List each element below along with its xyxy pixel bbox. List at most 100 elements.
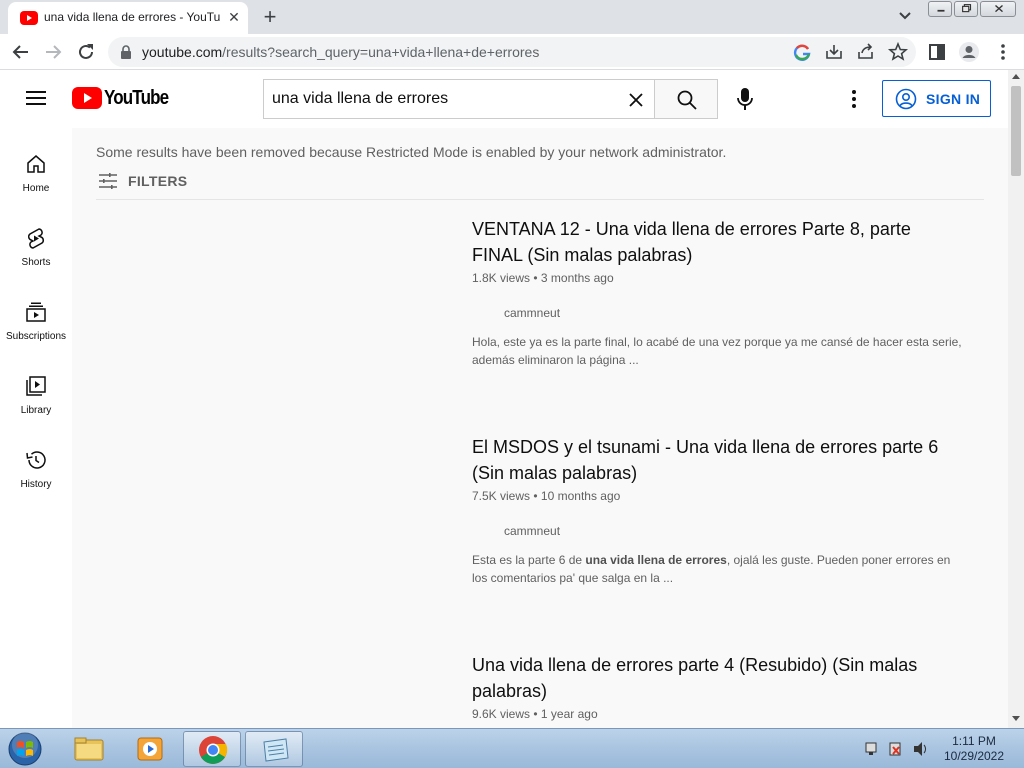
window-restore-button[interactable] bbox=[954, 1, 978, 17]
shorts-icon bbox=[27, 228, 45, 249]
subscriptions-icon bbox=[26, 302, 46, 322]
clock-time: 1:11 PM bbox=[952, 734, 996, 748]
filters-sliders-icon bbox=[99, 173, 117, 189]
sidebar-item-home[interactable]: Home bbox=[0, 132, 72, 206]
filters-label: FILTERS bbox=[128, 173, 188, 189]
description-highlight: una vida llena de errores bbox=[585, 553, 727, 567]
search-input[interactable] bbox=[272, 89, 612, 109]
chrome-icon bbox=[199, 736, 228, 764]
scroll-down-arrow-icon[interactable] bbox=[1012, 716, 1020, 721]
taskbar-explorer-button[interactable] bbox=[60, 731, 118, 767]
page-scrollbar[interactable] bbox=[1008, 70, 1024, 728]
restricted-mode-notice: Some results have been removed because R… bbox=[96, 144, 727, 160]
back-arrow-icon[interactable] bbox=[10, 41, 32, 63]
view-count: 9.6K views bbox=[472, 707, 531, 721]
sidebar-label-history: History bbox=[20, 479, 52, 490]
tab-search-chevron-icon[interactable] bbox=[893, 6, 917, 26]
video-title[interactable]: El MSDOS y el tsunami - Una vida llena d… bbox=[472, 434, 942, 486]
sidebar-item-shorts[interactable]: Shorts bbox=[0, 206, 72, 280]
upload-age: 3 months ago bbox=[540, 271, 614, 285]
scroll-up-arrow-icon[interactable] bbox=[1012, 74, 1020, 79]
chrome-menu-icon[interactable] bbox=[992, 41, 1014, 63]
upload-age: 10 months ago bbox=[540, 489, 621, 503]
sidebar-item-subscriptions[interactable]: Subscriptions bbox=[0, 280, 72, 354]
video-result[interactable]: Una vida llena de errores parte 4 (Resub… bbox=[472, 652, 972, 721]
sidebar-item-library[interactable]: Library bbox=[0, 354, 72, 428]
video-description: Hola, este ya es la parte final, lo acab… bbox=[472, 335, 962, 367]
browser-toolbar: youtube.com/results?search_query=una+vid… bbox=[0, 34, 1024, 70]
tab-title: una vida llena de errores - YouTube bbox=[44, 10, 220, 24]
windows-start-icon[interactable] bbox=[6, 731, 44, 767]
sidebar-item-history[interactable]: History bbox=[0, 428, 72, 502]
video-metadata: 9.6K views • 1 year ago bbox=[472, 707, 972, 721]
address-bar[interactable]: youtube.com/results?search_query=una+vid… bbox=[108, 37, 916, 67]
url-host: youtube.com bbox=[142, 44, 223, 60]
search-icon bbox=[677, 90, 697, 110]
search-button[interactable] bbox=[654, 79, 718, 119]
clear-search-icon[interactable] bbox=[626, 90, 646, 110]
microphone-icon[interactable] bbox=[730, 84, 760, 114]
taskbar-clock[interactable]: 1:11 PM 10/29/2022 bbox=[938, 734, 1010, 764]
upload-age: 1 year ago bbox=[540, 707, 598, 721]
history-icon bbox=[26, 451, 46, 469]
sidebar-label-library: Library bbox=[20, 405, 52, 416]
share-icon[interactable] bbox=[855, 41, 877, 63]
view-count: 7.5K views bbox=[472, 489, 531, 503]
browser-tab[interactable]: una vida llena de errores - YouTube ✕ bbox=[8, 2, 248, 34]
channel-name[interactable]: cammneut bbox=[504, 306, 972, 320]
bookmark-star-icon[interactable] bbox=[887, 41, 909, 63]
taskbar-chrome-button[interactable] bbox=[183, 731, 241, 767]
windows-taskbar: 1:11 PM 10/29/2022 bbox=[0, 728, 1024, 768]
tab-close-button[interactable]: ✕ bbox=[226, 9, 242, 25]
media-player-icon bbox=[137, 737, 163, 761]
profile-avatar-icon[interactable] bbox=[958, 41, 980, 63]
taskbar-media-player-button[interactable] bbox=[121, 731, 179, 767]
youtube-logo-text[interactable]: YouTube bbox=[104, 87, 169, 110]
url-text: youtube.com/results?search_query=una+vid… bbox=[142, 44, 539, 60]
system-tray-icons[interactable] bbox=[862, 739, 932, 759]
video-metadata: 7.5K views • 10 months ago bbox=[472, 489, 972, 503]
url-path: /results?search_query=una+vida+llena+de+… bbox=[222, 44, 540, 60]
search-box bbox=[263, 79, 655, 119]
youtube-favicon-icon bbox=[20, 11, 38, 25]
view-count: 1.8K views bbox=[472, 271, 531, 285]
home-icon bbox=[27, 155, 45, 173]
side-panel-icon[interactable] bbox=[926, 41, 948, 63]
taskbar-notepad-button[interactable] bbox=[245, 731, 303, 767]
google-lens-icon[interactable] bbox=[792, 41, 814, 63]
channel-name[interactable]: cammneut bbox=[504, 524, 972, 538]
forward-arrow-icon[interactable] bbox=[42, 41, 64, 63]
video-result[interactable]: El MSDOS y el tsunami - Una vida llena d… bbox=[472, 434, 972, 587]
hamburger-menu-icon[interactable] bbox=[24, 88, 48, 108]
install-app-icon[interactable] bbox=[823, 41, 845, 63]
meta-separator: • bbox=[533, 707, 538, 721]
reload-icon[interactable] bbox=[75, 41, 97, 63]
sign-in-label: SIGN IN bbox=[926, 91, 981, 107]
meta-separator: • bbox=[533, 271, 538, 285]
youtube-masthead: YouTube SIGN IN bbox=[0, 70, 1008, 128]
notepad-icon bbox=[263, 738, 289, 762]
filters-divider bbox=[96, 199, 984, 200]
browser-tab-strip: una vida llena de errores - YouTube ✕ + bbox=[0, 0, 1024, 34]
library-icon bbox=[26, 376, 46, 396]
sidebar-label-shorts: Shorts bbox=[21, 257, 51, 268]
window-minimize-button[interactable] bbox=[928, 1, 952, 17]
video-description: Esta es la parte 6 de una vida llena de … bbox=[472, 551, 962, 587]
clock-date: 10/29/2022 bbox=[943, 749, 1005, 763]
settings-more-icon[interactable] bbox=[843, 87, 865, 111]
new-tab-button[interactable]: + bbox=[258, 5, 282, 29]
video-title[interactable]: VENTANA 12 - Una vida llena de errores P… bbox=[472, 216, 942, 268]
sign-in-button[interactable]: SIGN IN bbox=[882, 80, 991, 117]
video-metadata: 1.8K views • 3 months ago bbox=[472, 271, 972, 285]
video-title[interactable]: Una vida llena de errores parte 4 (Resub… bbox=[472, 652, 942, 704]
description-text: Esta es la parte 6 de bbox=[472, 553, 586, 567]
lock-icon[interactable] bbox=[120, 45, 132, 59]
video-result[interactable]: VENTANA 12 - Una vida llena de errores P… bbox=[472, 216, 972, 369]
sidebar-label-home: Home bbox=[22, 183, 50, 194]
youtube-logo-icon[interactable] bbox=[72, 87, 104, 109]
scroll-thumb[interactable] bbox=[1011, 86, 1021, 176]
window-close-button[interactable] bbox=[980, 1, 1016, 17]
account-circle-icon bbox=[895, 88, 917, 110]
guide-sidebar: Home Shorts Subscriptions Library Histor… bbox=[0, 128, 72, 728]
meta-separator: • bbox=[533, 489, 538, 503]
